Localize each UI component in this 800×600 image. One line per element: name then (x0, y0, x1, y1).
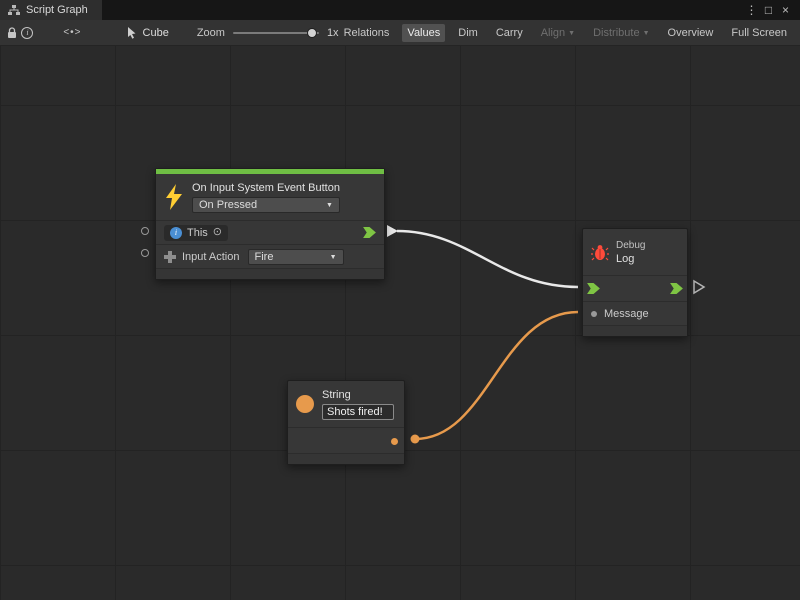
code-preview-icon[interactable]: < • > (63, 27, 80, 38)
info-icon[interactable]: i (20, 20, 36, 45)
value-wire-start-dot (411, 435, 420, 444)
event-node-header[interactable]: On Input System Event Button On Pressed … (156, 174, 384, 220)
object-picker-icon[interactable]: ⊙ (213, 227, 222, 238)
this-object-field[interactable]: i This ⊙ (164, 225, 228, 241)
window-controls: ⋮ □ × (743, 0, 800, 20)
carry-button[interactable]: Carry (491, 24, 528, 42)
relations-button[interactable]: Relations (339, 24, 395, 42)
lock-icon[interactable] (4, 20, 20, 45)
input-action-row: Input Action Fire ▼ (156, 244, 384, 268)
chevron-down-icon: ▼ (330, 254, 337, 261)
message-label: Message (604, 308, 649, 320)
this-row: i This ⊙ (156, 220, 384, 244)
this-label: This (187, 227, 208, 239)
string-node-header[interactable]: String (288, 381, 404, 427)
string-type-icon (296, 395, 314, 413)
cursor-icon (127, 27, 138, 39)
debug-flow-ports-row (583, 275, 687, 301)
overview-button[interactable]: Overview (663, 24, 719, 42)
dim-button[interactable]: Dim (453, 24, 483, 42)
graph-target-button[interactable]: Cube (127, 27, 169, 39)
event-mode-dropdown[interactable]: On Pressed ▼ (192, 197, 340, 213)
target-name-label: Cube (143, 27, 169, 39)
code-dot-glyph: • (70, 27, 74, 38)
node-on-input-system-event-button[interactable]: On Input System Event Button On Pressed … (155, 168, 385, 280)
event-node-title: On Input System Event Button (192, 182, 340, 194)
zoom-slider[interactable] (233, 20, 319, 45)
input-action-icon (164, 251, 176, 263)
chevron-down-icon: ▼ (326, 202, 333, 209)
value-connection-wire[interactable] (415, 312, 578, 439)
this-icon: i (170, 227, 182, 239)
zoom-value: 1x (327, 27, 339, 39)
string-output-row (288, 427, 404, 453)
chevron-down-icon: ▼ (643, 30, 650, 37)
event-flow-output-port[interactable] (363, 227, 376, 238)
align-dropdown-button[interactable]: Align ▼ (536, 24, 580, 42)
distribute-dropdown-button[interactable]: Distribute ▼ (588, 24, 654, 42)
bug-icon (591, 244, 609, 261)
window-titlebar: Script Graph ⋮ □ × (0, 0, 800, 20)
string-node-footer (288, 453, 404, 464)
window-close-icon[interactable]: × (777, 0, 794, 20)
input-action-dropdown[interactable]: Fire ▼ (248, 249, 344, 265)
debug-node-title: Log (616, 253, 645, 265)
message-input-port[interactable] (591, 311, 597, 317)
message-row: Message (583, 301, 687, 325)
zoom-label: Zoom (197, 27, 225, 39)
graph-icon (8, 5, 20, 16)
input-action-label: Input Action (182, 251, 240, 263)
window-maximize-icon[interactable]: □ (760, 0, 777, 20)
event-input-port[interactable] (141, 227, 149, 235)
string-output-port[interactable] (391, 438, 398, 445)
tab-script-graph[interactable]: Script Graph (0, 0, 102, 20)
zoom-slider-knob[interactable] (307, 28, 317, 38)
node-debug-log[interactable]: Debug Log Message (582, 228, 688, 337)
debug-node-footer (583, 325, 687, 336)
node-string-literal[interactable]: String (287, 380, 405, 465)
event-node-footer (156, 268, 384, 279)
debug-flow-output-port[interactable] (670, 283, 683, 294)
flow-wire-start-arrow (387, 225, 398, 237)
window-menu-icon[interactable]: ⋮ (743, 0, 760, 20)
code-left-glyph: < (63, 27, 69, 38)
debug-flow-output-arrow[interactable] (694, 281, 704, 293)
chevron-down-icon: ▼ (568, 30, 575, 37)
full-screen-button[interactable]: Full Screen (726, 24, 792, 42)
tab-title: Script Graph (26, 4, 88, 16)
info-letter: i (26, 28, 28, 37)
lightning-icon (164, 184, 184, 210)
flow-connection-wire[interactable] (397, 231, 578, 287)
event-input-port[interactable] (141, 249, 149, 257)
string-node-title: String (322, 389, 394, 401)
string-value-input[interactable] (322, 404, 394, 420)
graph-toolbar: i < • > Cube Zoom 1x Relations Values Di… (0, 20, 800, 46)
debug-category-label: Debug (616, 240, 645, 251)
code-right-glyph: > (75, 27, 81, 38)
graph-canvas[interactable]: On Input System Event Button On Pressed … (0, 46, 800, 600)
debug-flow-input-port[interactable] (587, 283, 600, 294)
values-button[interactable]: Values (402, 24, 445, 42)
toolbar-right-group: Relations Values Dim Carry Align ▼ Distr… (339, 24, 800, 42)
debug-node-header[interactable]: Debug Log (583, 229, 687, 275)
